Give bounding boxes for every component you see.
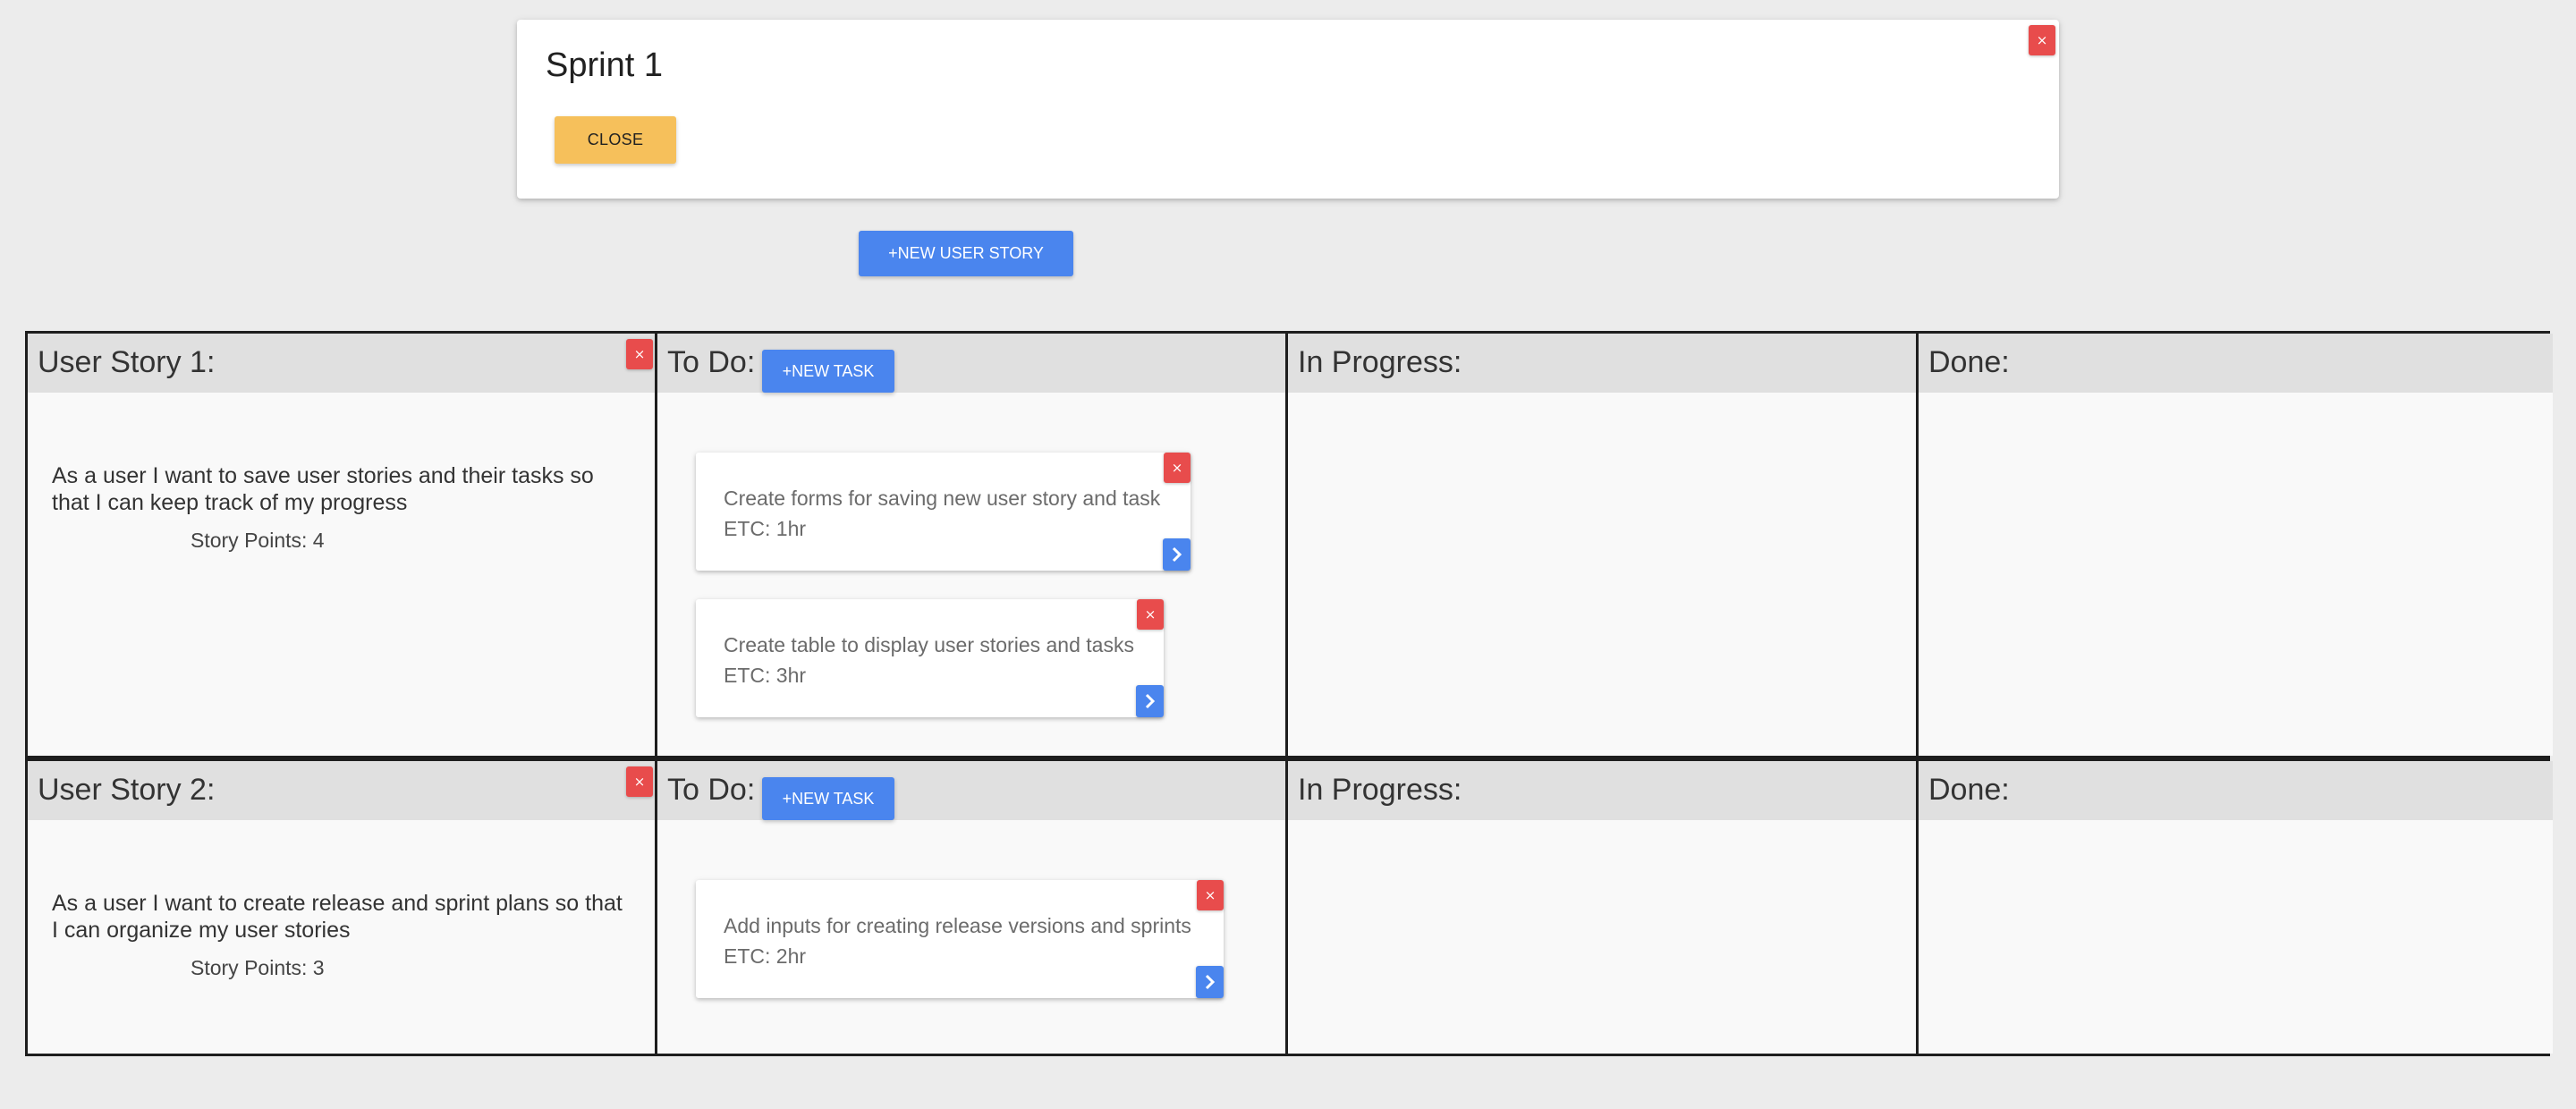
done-cell: Done: (1919, 334, 2553, 756)
in-progress-label: In Progress: (1298, 345, 1462, 379)
story-title: User Story 2: (38, 773, 216, 807)
task-card: Add inputs for creating release versions… (696, 880, 1224, 998)
story-points: Story Points: 4 (191, 529, 325, 552)
story-header: User Story 1: (28, 334, 655, 393)
task-etc: ETC: 1hr (724, 517, 807, 540)
in-progress-header: In Progress: (1288, 761, 1916, 820)
task-name: Add inputs for creating release versions… (724, 914, 1191, 937)
todo-header: To Do: (657, 334, 1285, 393)
todo-label: To Do: (667, 345, 756, 379)
remove-task-button[interactable]: × (1197, 880, 1224, 910)
story-cell: User Story 1: × As a user I want to save… (28, 334, 657, 756)
close-sprint-button[interactable]: CLOSE (555, 116, 676, 164)
task-etc: ETC: 2hr (724, 944, 807, 968)
move-task-button[interactable] (1136, 685, 1164, 717)
todo-label: To Do: (667, 773, 756, 807)
todo-cell: To Do: +NEW TASK Create forms for saving… (657, 334, 1288, 756)
in-progress-cell: In Progress: (1288, 334, 1919, 756)
in-progress-header: In Progress: (1288, 334, 1916, 393)
story-row: User Story 1: × As a user I want to save… (25, 331, 2553, 758)
new-task-button[interactable]: +NEW TASK (762, 350, 894, 393)
story-description: As a user I want to create release and s… (52, 891, 623, 943)
story-header: User Story 2: (28, 761, 655, 820)
story-points: Story Points: 3 (191, 956, 325, 979)
done-label: Done: (1928, 773, 2010, 807)
task-text: Create forms for saving new user story a… (724, 483, 1160, 544)
task-etc: ETC: 3hr (724, 664, 807, 687)
in-progress-cell: In Progress: (1288, 761, 1919, 1054)
story-description: As a user I want to save user stories an… (52, 463, 594, 515)
task-name: Create forms for saving new user story a… (724, 487, 1161, 510)
in-progress-label: In Progress: (1298, 773, 1462, 807)
sprint-card: Sprint 1 CLOSE × (517, 20, 2059, 199)
done-header: Done: (1919, 334, 2553, 393)
remove-story-button[interactable]: × (626, 339, 653, 369)
remove-task-button[interactable]: × (1164, 453, 1191, 483)
story-row: User Story 2: × As a user I want to crea… (25, 758, 2553, 1056)
sprint-title: Sprint 1 (546, 47, 663, 84)
task-card: Create table to display user stories and… (696, 599, 1164, 717)
story-board: User Story 1: × As a user I want to save… (25, 331, 2553, 1056)
remove-sprint-button[interactable]: × (2029, 25, 2055, 55)
done-header: Done: (1919, 761, 2553, 820)
todo-header: To Do: (657, 761, 1285, 820)
remove-task-button[interactable]: × (1137, 599, 1164, 630)
task-name: Create table to display user stories and… (724, 633, 1134, 656)
new-task-button[interactable]: +NEW TASK (762, 777, 894, 820)
remove-story-button[interactable]: × (626, 766, 653, 797)
todo-cell: To Do: +NEW TASK Add inputs for creating… (657, 761, 1288, 1054)
chevron-right-icon (1172, 546, 1182, 563)
move-task-button[interactable] (1196, 966, 1224, 998)
task-text: Create table to display user stories and… (724, 630, 1134, 690)
done-cell: Done: (1919, 761, 2553, 1054)
task-card: Create forms for saving new user story a… (696, 453, 1191, 571)
story-title: User Story 1: (38, 345, 216, 379)
chevron-right-icon (1205, 974, 1215, 990)
story-cell: User Story 2: × As a user I want to crea… (28, 761, 657, 1054)
move-task-button[interactable] (1163, 538, 1191, 571)
task-text: Add inputs for creating release versions… (724, 910, 1191, 971)
new-user-story-button[interactable]: +NEW USER STORY (859, 231, 1073, 276)
chevron-right-icon (1145, 693, 1155, 709)
done-label: Done: (1928, 345, 2010, 379)
